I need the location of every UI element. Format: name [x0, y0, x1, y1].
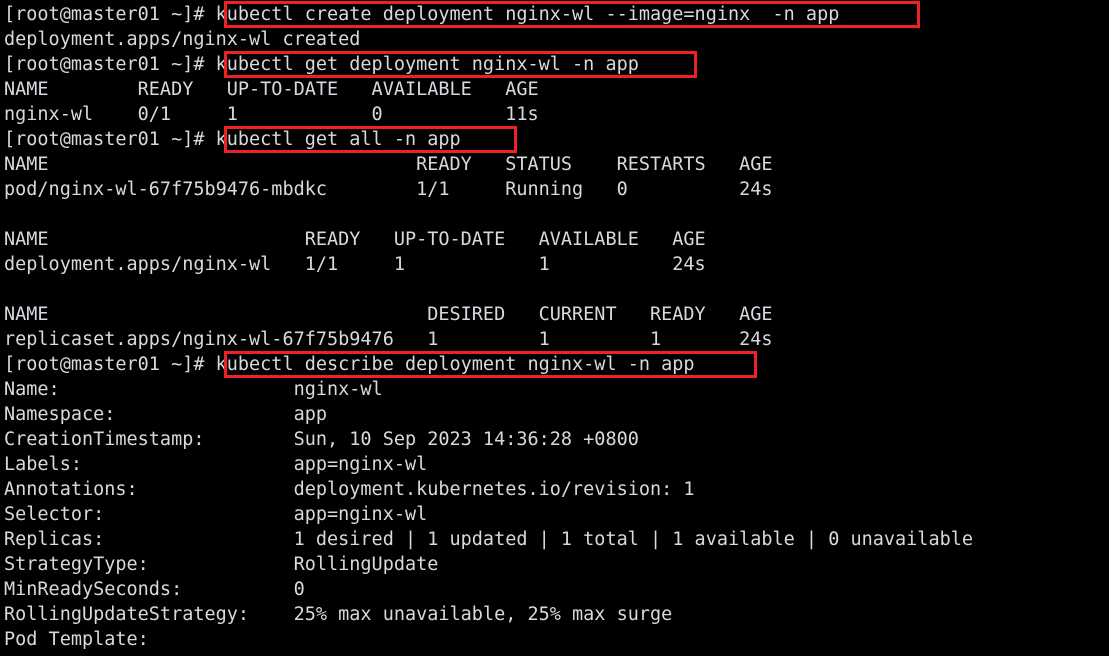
terminal-line: [root@master01 ~]# kubectl describe depl… — [4, 354, 695, 375]
terminal-line: Annotations: deployment.kubernetes.io/re… — [4, 479, 695, 500]
terminal-line: Namespace: app — [4, 404, 328, 425]
terminal-screen[interactable]: [root@master01 ~]# kubectl create deploy… — [0, 0, 1109, 656]
terminal-line: CreationTimestamp: Sun, 10 Sep 2023 14:3… — [4, 429, 639, 450]
terminal-line: [root@master01 ~]# kubectl get deploymen… — [4, 54, 639, 75]
terminal-line: NAME DESIRED CURRENT READY AGE — [4, 304, 773, 325]
terminal-line: NAME READY UP-TO-DATE AVAILABLE AGE — [4, 79, 539, 100]
terminal-line: Name: nginx-wl — [4, 379, 383, 400]
terminal-line: NAME READY UP-TO-DATE AVAILABLE AGE — [4, 229, 706, 250]
terminal-line: StrategyType: RollingUpdate — [4, 554, 439, 575]
terminal-line: Labels: app=nginx-wl — [4, 454, 428, 475]
terminal-line: Selector: app=nginx-wl — [4, 504, 428, 525]
terminal-line: NAME READY STATUS RESTARTS AGE — [4, 154, 773, 175]
terminal-line: [root@master01 ~]# kubectl create deploy… — [4, 4, 840, 25]
terminal-line: Pod Template: — [4, 629, 149, 650]
terminal-line: nginx-wl 0/1 1 0 11s — [4, 104, 539, 125]
terminal-line: deployment.apps/nginx-wl 1/1 1 1 24s — [4, 254, 706, 275]
terminal-line: MinReadySeconds: 0 — [4, 579, 305, 600]
terminal-line: [root@master01 ~]# kubectl get all -n ap… — [4, 129, 461, 150]
terminal-line: deployment.apps/nginx-wl created — [4, 29, 361, 50]
terminal-line: replicaset.apps/nginx-wl-67f75b9476 1 1 … — [4, 329, 773, 350]
terminal-line: Replicas: 1 desired | 1 updated | 1 tota… — [4, 529, 974, 550]
terminal-line: pod/nginx-wl-67f75b9476-mbdkc 1/1 Runnin… — [4, 179, 773, 200]
terminal-line: RollingUpdateStrategy: 25% max unavailab… — [4, 604, 673, 625]
